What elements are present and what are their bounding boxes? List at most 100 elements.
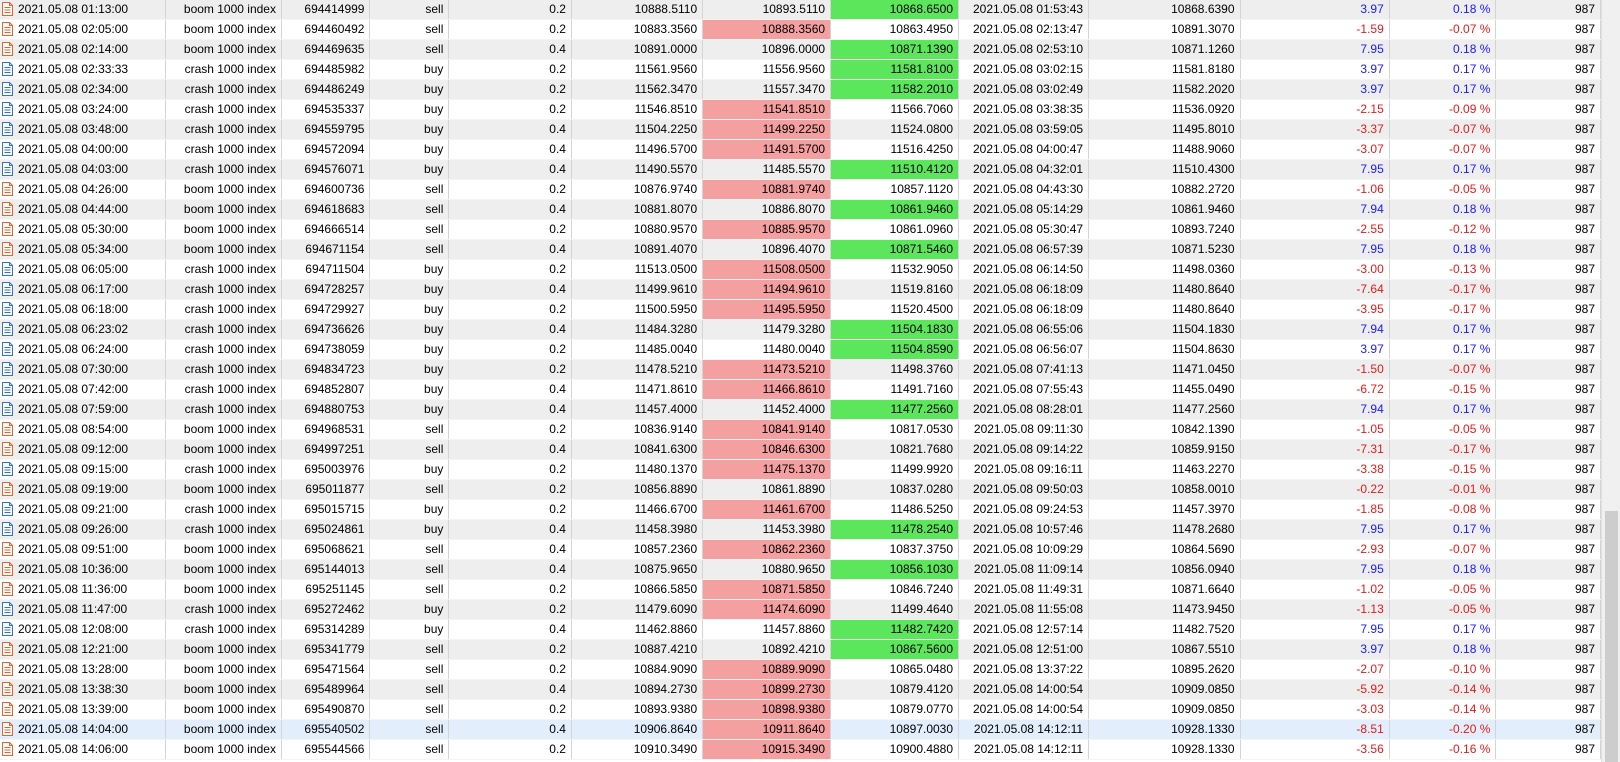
profit-cell: 7.95	[1240, 239, 1390, 260]
profit-percent-cell: -0.05 %	[1389, 599, 1497, 620]
table-row[interactable]: 2021.05.08 06:05:00 crash 1000 index 69471…	[0, 259, 1601, 280]
table-row[interactable]: 2021.05.08 05:34:00 boom 1000 index 694671…	[0, 239, 1601, 260]
open-time-cell: 2021.05.08 13:28:00	[0, 659, 166, 680]
ticket-cell: 694576071	[281, 159, 371, 180]
sell-order-icon	[2, 421, 13, 436]
volume-cell: 0.4	[448, 539, 572, 560]
take-profit-cell: 11566.7060	[830, 99, 960, 120]
stop-loss-cell: 10881.9740	[702, 179, 832, 200]
ticket-cell: 695489964	[281, 679, 371, 700]
table-row[interactable]: 2021.05.08 12:21:00 boom 1000 index 695341…	[0, 639, 1601, 660]
open-price-cell: 10841.6300	[571, 439, 704, 460]
profit-cell: 7.94	[1240, 199, 1390, 220]
table-row[interactable]: 2021.05.08 09:19:00 boom 1000 index 695011…	[0, 479, 1601, 500]
take-profit-cell: 11582.2010	[830, 79, 960, 100]
stop-loss-cell: 10915.3490	[702, 739, 832, 760]
profit-cell: -3.56	[1240, 739, 1390, 760]
table-row[interactable]: 2021.05.08 08:54:00 boom 1000 index 694968…	[0, 419, 1601, 440]
close-price-cell: 11536.0920	[1088, 99, 1241, 120]
table-row[interactable]: 2021.05.08 11:47:00 crash 1000 index 69527…	[0, 599, 1601, 620]
close-price-cell: 10868.6390	[1088, 0, 1241, 20]
close-price-cell: 10861.9460	[1088, 199, 1241, 220]
stop-loss-cell: 11479.3280	[702, 319, 832, 340]
table-row[interactable]: 2021.05.08 02:14:00 boom 1000 index 694469…	[0, 39, 1601, 60]
table-row[interactable]: 2021.05.08 09:51:00 boom 1000 index 695068…	[0, 539, 1601, 560]
volume-cell: 0.2	[448, 0, 572, 20]
magic-cell: 987	[1495, 19, 1601, 40]
profit-cell: -1.50	[1240, 359, 1390, 380]
volume-cell: 0.4	[448, 619, 572, 640]
table-row[interactable]: 2021.05.08 09:26:00 crash 1000 index 69502…	[0, 519, 1601, 540]
open-time-text: 2021.05.08 09:15:00	[18, 462, 129, 476]
open-time-text: 2021.05.08 02:14:00	[18, 42, 129, 56]
profit-cell: -1.59	[1240, 19, 1390, 40]
open-time-text: 2021.05.08 08:54:00	[18, 422, 129, 436]
table-row[interactable]: 2021.05.08 13:28:00 boom 1000 index 695471…	[0, 659, 1601, 680]
table-row[interactable]: 2021.05.08 12:08:00 crash 1000 index 69531…	[0, 619, 1601, 640]
volume-cell: 0.4	[448, 679, 572, 700]
table-row[interactable]: 2021.05.08 09:15:00 crash 1000 index 69500…	[0, 459, 1601, 480]
table-row[interactable]: 2021.05.08 06:24:00 crash 1000 index 69473…	[0, 339, 1601, 360]
ticket-cell: 695068621	[281, 539, 371, 560]
symbol-cell: crash 1000 index	[165, 379, 282, 400]
take-profit-cell: 11516.4250	[830, 139, 960, 160]
open-time-text: 2021.05.08 12:21:00	[18, 642, 129, 656]
type-cell: buy	[369, 459, 450, 480]
symbol-cell: crash 1000 index	[165, 99, 282, 120]
table-row[interactable]: 2021.05.08 02:33:33 crash 1000 index 69448…	[0, 59, 1601, 80]
table-row[interactable]: 2021.05.08 07:30:00 crash 1000 index 69483…	[0, 359, 1601, 380]
table-row[interactable]: 2021.05.08 05:30:00 boom 1000 index 694666…	[0, 219, 1601, 240]
profit-cell: 7.95	[1240, 559, 1390, 580]
table-row[interactable]: 2021.05.08 07:59:00 crash 1000 index 69488…	[0, 399, 1601, 420]
take-profit-cell: 10900.4880	[830, 739, 960, 760]
stop-loss-cell: 11474.6090	[702, 599, 832, 620]
table-row[interactable]: 2021.05.08 03:24:00 crash 1000 index 69453…	[0, 99, 1601, 120]
table-row[interactable]: 2021.05.08 07:42:00 crash 1000 index 69485…	[0, 379, 1601, 400]
table-row[interactable]: 2021.05.08 02:34:00 crash 1000 index 69448…	[0, 79, 1601, 100]
table-row[interactable]: 2021.05.08 09:21:00 crash 1000 index 69501…	[0, 499, 1601, 520]
table-row[interactable]: 2021.05.08 06:23:02 crash 1000 index 69473…	[0, 319, 1601, 340]
close-time-cell: 2021.05.08 08:28:01	[958, 399, 1090, 420]
profit-percent-cell: -0.05 %	[1389, 579, 1497, 600]
table-row[interactable]: 2021.05.08 14:06:00 boom 1000 index 695544…	[0, 739, 1601, 760]
table-row[interactable]: 2021.05.08 06:17:00 crash 1000 index 69472…	[0, 279, 1601, 300]
magic-cell: 987	[1495, 339, 1601, 360]
table-row[interactable]: 2021.05.08 04:26:00 boom 1000 index 694600…	[0, 179, 1601, 200]
table-row[interactable]: 2021.05.08 13:38:30 boom 1000 index 695489…	[0, 679, 1601, 700]
ticket-cell: 695144013	[281, 559, 371, 580]
open-time-text: 2021.05.08 11:36:00	[18, 582, 128, 596]
buy-order-icon	[2, 261, 13, 276]
table-row[interactable]: 2021.05.08 14:04:00 boom 1000 index 695540…	[0, 719, 1601, 740]
open-time-text: 2021.05.08 07:59:00	[18, 402, 129, 416]
open-price-cell: 11500.5950	[571, 299, 704, 320]
table-row[interactable]: 2021.05.08 09:12:00 boom 1000 index 694997…	[0, 439, 1601, 460]
close-time-cell: 2021.05.08 06:55:06	[958, 319, 1090, 340]
take-profit-cell: 10865.0480	[830, 659, 960, 680]
volume-cell: 0.2	[448, 359, 572, 380]
open-price-cell: 11490.5570	[571, 159, 704, 180]
profit-percent-cell: -0.07 %	[1389, 359, 1497, 380]
table-row[interactable]: 2021.05.08 04:00:00 crash 1000 index 69457…	[0, 139, 1601, 160]
volume-cell: 0.2	[448, 499, 572, 520]
profit-percent-cell: 0.17 %	[1389, 519, 1497, 540]
buy-order-icon	[2, 401, 13, 416]
table-row[interactable]: 2021.05.08 06:18:00 crash 1000 index 69472…	[0, 299, 1601, 320]
ticket-cell: 694736626	[281, 319, 371, 340]
close-price-cell: 10928.1330	[1088, 739, 1241, 760]
table-row[interactable]: 2021.05.08 02:05:00 boom 1000 index 694460…	[0, 19, 1601, 40]
volume-cell: 0.4	[448, 159, 572, 180]
table-row[interactable]: 2021.05.08 11:36:00 boom 1000 index 695251…	[0, 579, 1601, 600]
profit-cell: -2.07	[1240, 659, 1390, 680]
table-row[interactable]: 2021.05.08 04:44:00 boom 1000 index 694618…	[0, 199, 1601, 220]
table-row[interactable]: 2021.05.08 13:39:00 boom 1000 index 695490…	[0, 699, 1601, 720]
table-row[interactable]: 2021.05.08 01:13:00 boom 1000 index 694414…	[0, 0, 1601, 20]
type-cell: sell	[369, 579, 450, 600]
table-row[interactable]: 2021.05.08 10:36:00 boom 1000 index 695144…	[0, 559, 1601, 580]
vertical-scrollbar[interactable]	[1601, 0, 1620, 762]
table-row[interactable]: 2021.05.08 04:03:00 crash 1000 index 69457…	[0, 159, 1601, 180]
table-row[interactable]: 2021.05.08 03:48:00 crash 1000 index 69455…	[0, 119, 1601, 140]
scrollbar-thumb[interactable]	[1605, 511, 1618, 762]
take-profit-cell: 10837.0280	[830, 479, 960, 500]
take-profit-cell: 10863.4950	[830, 19, 960, 40]
open-time-text: 2021.05.08 05:34:00	[18, 242, 129, 256]
